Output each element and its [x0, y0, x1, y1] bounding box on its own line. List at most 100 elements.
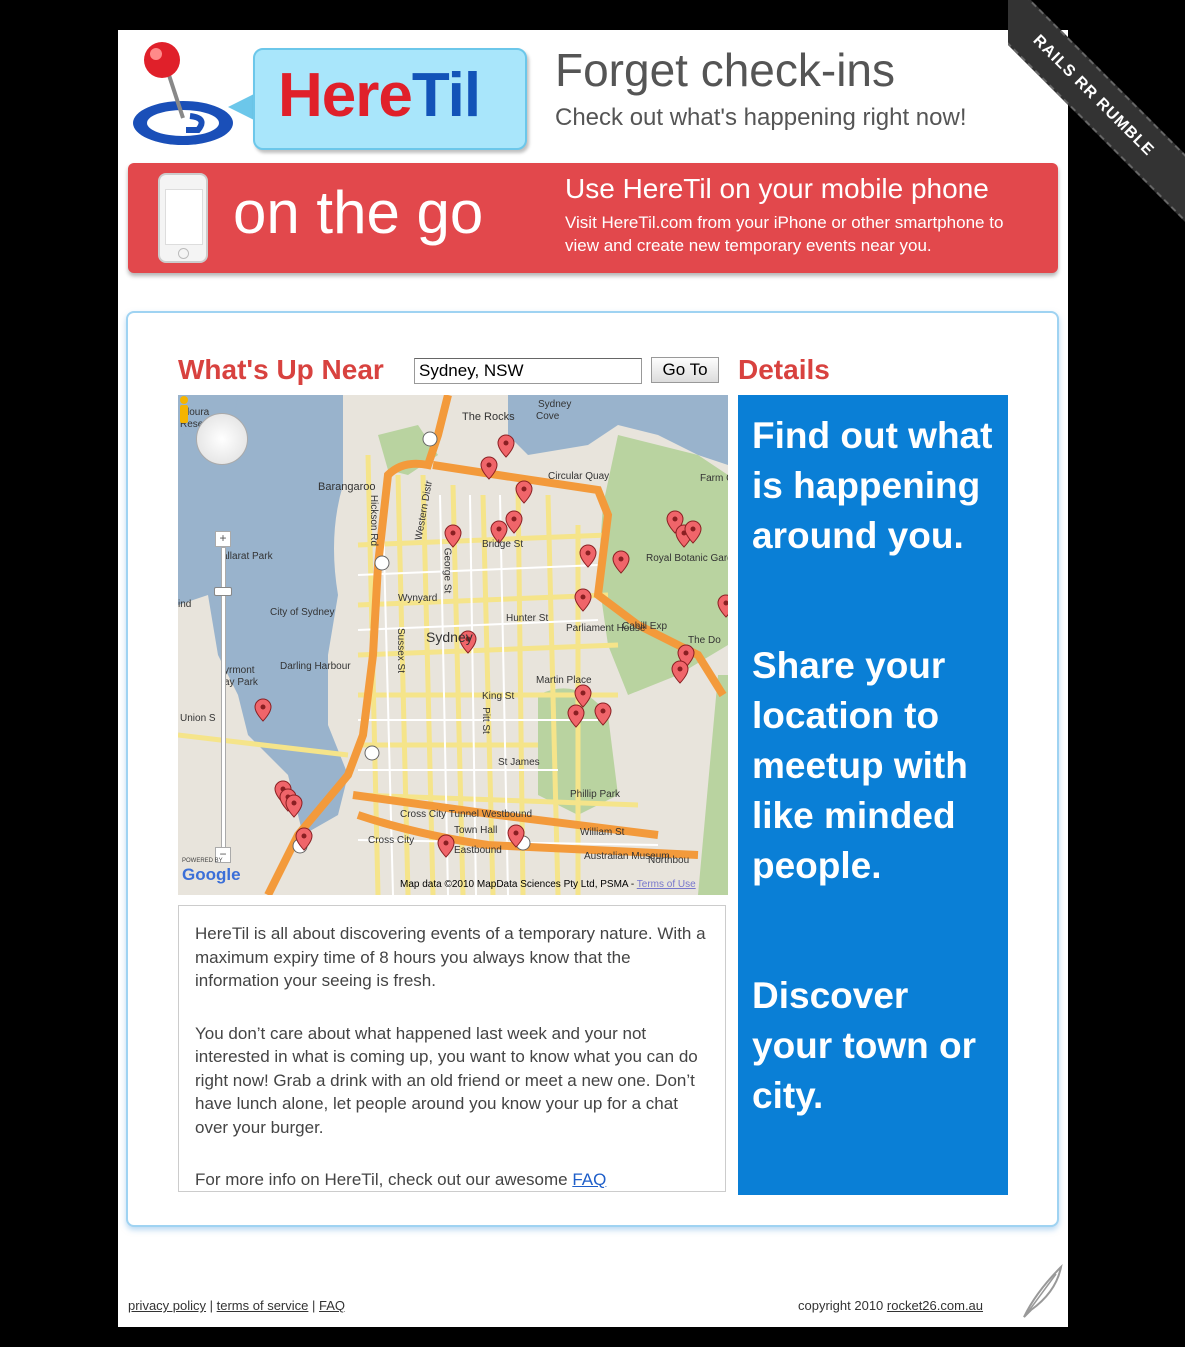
logo-bubble-tail — [228, 93, 256, 121]
footer-separator: | — [206, 1298, 217, 1313]
event-marker[interactable] — [254, 698, 272, 722]
map-label: The Do — [688, 635, 721, 646]
event-marker[interactable] — [612, 550, 630, 574]
map-label: ay Park — [224, 677, 258, 688]
map-label: Town Hall — [454, 825, 498, 836]
map-markers — [254, 434, 728, 858]
map-terms-link[interactable]: Terms of Use — [637, 879, 696, 890]
rocket26-link[interactable]: rocket26.com.au — [887, 1298, 983, 1313]
banner-text: Visit HereTil.com from your iPhone or ot… — [565, 213, 1004, 255]
faq-link[interactable]: FAQ — [572, 1170, 606, 1189]
event-marker[interactable] — [505, 510, 523, 534]
map-label: ind — [178, 599, 192, 610]
zoom-slider-handle[interactable] — [214, 587, 232, 596]
event-marker[interactable] — [285, 794, 303, 818]
map-label: Sydney — [426, 629, 473, 645]
event-marker[interactable] — [567, 704, 585, 728]
event-marker[interactable] — [507, 824, 525, 848]
event-marker[interactable] — [515, 480, 533, 504]
google-logo[interactable]: Google — [182, 865, 241, 885]
terms-of-service-link[interactable]: terms of service — [217, 1298, 309, 1313]
map-label: Cross City — [368, 835, 415, 846]
map-label: Cahill Exp — [622, 621, 668, 632]
zoom-in-button[interactable]: + — [215, 531, 231, 547]
banner-title: Use HereTil on your mobile phone — [565, 173, 989, 204]
map-label: Barangaroo — [318, 481, 376, 493]
footer-copyright: copyright 2010 rocket26.com.au — [798, 1298, 983, 1313]
event-marker[interactable] — [717, 594, 728, 618]
map-label: Northbou — [648, 855, 690, 866]
details-panel: Find out what is happening around you. S… — [738, 395, 1008, 1195]
info-paragraph-3: For more info on HereTil, check out our … — [195, 1168, 709, 1191]
event-marker[interactable] — [497, 434, 515, 458]
event-marker[interactable] — [574, 684, 592, 708]
tagline-title: Forget check-ins — [555, 44, 896, 96]
powered-by-label: POWERED BY — [182, 858, 223, 864]
map-copyright: Map data ©2010 MapData Sciences Pty Ltd,… — [400, 879, 696, 890]
info-faq-prefix: For more info on HereTil, check out our … — [195, 1170, 573, 1189]
map-label: Eastbound — [454, 845, 502, 856]
map-label: Royal Botanic Gardens — [646, 553, 728, 564]
logo-here: Here — [278, 61, 413, 130]
map-label: yrmont — [224, 665, 255, 676]
details-item: Find out what is happening around you. — [752, 415, 993, 556]
details-item: Share your location to meetup with like … — [752, 645, 968, 886]
banner-headline: on the go — [233, 179, 484, 246]
logo-text: HereTil — [278, 56, 481, 136]
phone-icon — [158, 173, 208, 263]
map-label: Cross City Tunnel Westbound — [400, 809, 533, 820]
map-copyright-text: Map data ©2010 MapData Sciences Pty Ltd,… — [400, 879, 637, 890]
copyright-text: copyright 2010 — [798, 1298, 887, 1313]
rocket26-feather-icon — [1023, 1263, 1063, 1318]
map-label: City of Sydney — [270, 607, 335, 618]
info-paragraph-1: HereTil is all about discovering events … — [195, 924, 706, 990]
map-label: George St — [441, 547, 453, 594]
info-paragraph-2: You don’t care about what happened last … — [195, 1023, 698, 1137]
map-label: Darling Harbour — [280, 661, 351, 672]
footer-links: privacy policy | terms of service | FAQ — [128, 1298, 345, 1313]
map-label: Cove — [536, 411, 560, 422]
event-marker[interactable] — [444, 524, 462, 548]
heretil-logo[interactable]: HereTil — [128, 38, 528, 153]
details-title: Details — [738, 354, 830, 385]
map-label: Circular Quay — [548, 471, 610, 482]
map-label: Phillip Park — [570, 789, 621, 800]
map-label: Farm Co — [700, 473, 728, 484]
main-panel: What's Up Near Go To Details — [126, 311, 1059, 1227]
map-label: Bridge St — [482, 539, 524, 550]
logo-til: Til — [411, 61, 481, 130]
map-label: St James — [498, 757, 540, 768]
map-pan-control[interactable] — [196, 413, 248, 465]
event-marker[interactable] — [437, 834, 455, 858]
map-label: Sydney — [538, 399, 572, 410]
info-box: HereTil is all about discovering events … — [178, 905, 726, 1192]
event-marker[interactable] — [671, 660, 689, 684]
location-input[interactable] — [414, 358, 642, 384]
map-label: King St — [482, 691, 515, 702]
map-label: Hickson Rd — [368, 494, 380, 547]
event-marker[interactable] — [574, 588, 592, 612]
event-marker[interactable] — [480, 456, 498, 480]
whats-up-near-label: What's Up Near — [178, 354, 384, 385]
map-label: Pitt St — [479, 707, 491, 734]
map-label: The Rocks — [462, 411, 515, 423]
page: HereTil Forget check-ins Check out what'… — [118, 30, 1068, 1327]
go-to-button[interactable]: Go To — [651, 357, 719, 383]
map-label: Wynyard — [398, 593, 438, 604]
tagline-subtitle: Check out what's happening right now! — [555, 104, 967, 131]
map-label: allarat Park — [222, 551, 273, 562]
details-item: Discover your town or city. — [752, 975, 977, 1116]
event-map[interactable]: The Rocks Circular Quay Barangaroo City … — [178, 395, 728, 895]
map-label: William St — [580, 827, 625, 838]
privacy-policy-link[interactable]: privacy policy — [128, 1298, 206, 1313]
map-label: Sussex St — [395, 627, 407, 674]
map-label: Hunter St — [506, 613, 549, 624]
event-marker[interactable] — [594, 702, 612, 726]
footer-separator: | — [308, 1298, 319, 1313]
pegman-icon[interactable] — [178, 395, 190, 425]
event-marker[interactable] — [295, 827, 313, 851]
event-marker[interactable] — [579, 544, 597, 568]
map-label: Union S — [180, 713, 216, 724]
mobile-banner: on the go Use HereTil on your mobile pho… — [128, 163, 1058, 273]
footer-faq-link[interactable]: FAQ — [319, 1298, 345, 1313]
